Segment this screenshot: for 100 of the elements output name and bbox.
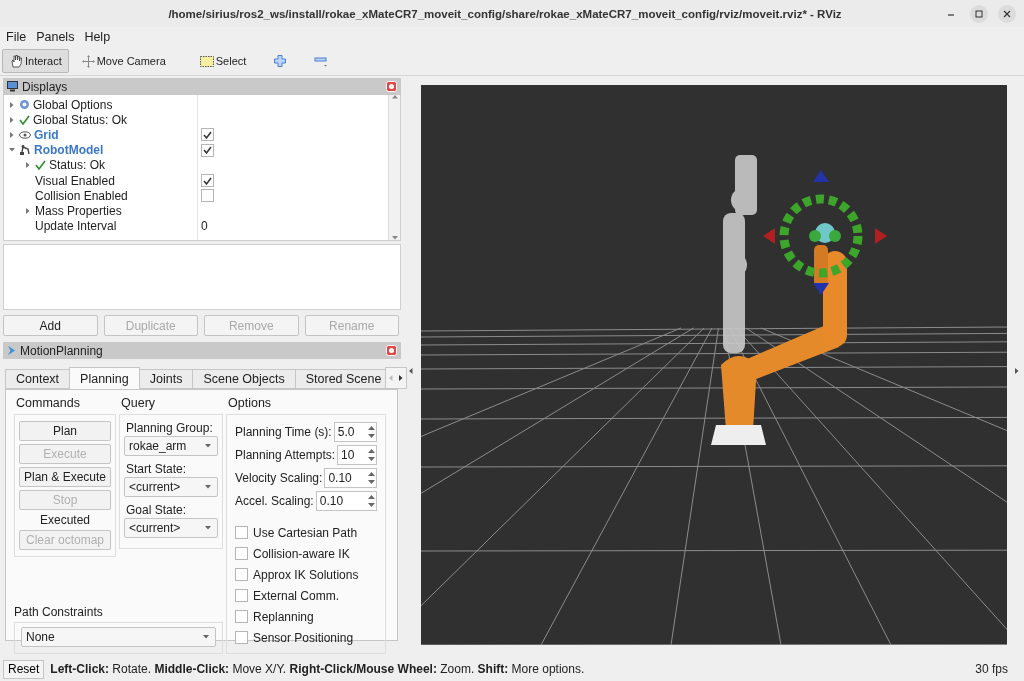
expand-arrow[interactable] xyxy=(26,162,30,169)
checkbox-label: Replanning xyxy=(253,609,314,624)
property-name: Global Options xyxy=(33,97,113,112)
window-title: /home/sirius/ros2_ws/install/rokae_xMateCR7_moveit_config/share/rokae_xMateCR7_moveit_config/rviz/moveit.rviz* - RViz xyxy=(167,7,843,20)
checkbox[interactable] xyxy=(201,174,214,188)
tool-button[interactable]: Interact xyxy=(2,49,69,73)
property-name: Status: Ok xyxy=(49,158,106,173)
dropdown[interactable]: None xyxy=(21,627,216,647)
checkbox-label: Approx IK Solutions xyxy=(253,567,359,582)
expand-arrow[interactable] xyxy=(10,116,14,123)
checkbox[interactable] xyxy=(235,526,248,539)
close-icon[interactable] xyxy=(386,81,397,92)
property-name: Visual Enabled xyxy=(35,173,115,188)
hand-icon xyxy=(9,54,23,68)
maximize-icon xyxy=(975,9,983,18)
caret-icon xyxy=(26,207,30,214)
spin-box[interactable]: 10 xyxy=(337,444,377,465)
spin-arrows-icon xyxy=(368,493,375,508)
menu-item[interactable]: File xyxy=(6,30,27,44)
checkbox-label: Sensor Positioning xyxy=(253,630,354,645)
caret-icon xyxy=(10,101,14,108)
check-icon xyxy=(19,114,30,125)
checkbox[interactable] xyxy=(201,143,214,157)
minus-icon xyxy=(314,55,329,67)
expand-arrow[interactable] xyxy=(10,131,14,138)
group-heading: Query xyxy=(121,396,157,410)
check-icon xyxy=(35,160,46,171)
menu-item[interactable]: Help xyxy=(84,30,111,44)
scrollbar[interactable] xyxy=(388,95,400,240)
expand-arrow[interactable] xyxy=(26,207,30,214)
dropdown[interactable]: <current> xyxy=(124,477,218,497)
close-icon[interactable] xyxy=(386,345,397,356)
spin-arrows-icon xyxy=(368,447,375,462)
expand-arrow[interactable] xyxy=(10,101,14,108)
checkbox[interactable] xyxy=(235,568,248,581)
close-button[interactable] xyxy=(998,4,1016,23)
checkbox[interactable] xyxy=(235,610,248,623)
panel-title: Displays xyxy=(22,79,69,94)
tab[interactable]: Joints xyxy=(138,369,194,389)
spin-box[interactable]: 5.0 xyxy=(333,421,377,442)
fps-counter: 30 fps xyxy=(975,662,1008,676)
spin-box[interactable]: 0.10 xyxy=(315,490,377,511)
checkbox[interactable] xyxy=(235,547,248,560)
checkbox[interactable] xyxy=(201,189,214,203)
caret-icon xyxy=(10,131,14,138)
checkbox[interactable] xyxy=(235,631,248,644)
property-name: Collision Enabled xyxy=(35,188,128,203)
dropdown[interactable]: <current> xyxy=(124,518,218,538)
field-label: Accel. Scaling: xyxy=(235,493,314,508)
property-value: 0 xyxy=(201,219,208,234)
tool-button[interactable]: Move Camera xyxy=(74,49,173,73)
maximize-button[interactable] xyxy=(970,4,988,23)
spin-box[interactable]: 0.10 xyxy=(324,467,377,488)
move-icon xyxy=(81,54,95,68)
field-label: Start State: xyxy=(126,462,188,476)
reset-button[interactable]: Reset xyxy=(3,659,45,679)
display-name: Grid xyxy=(34,127,59,142)
checkbox-label: External Comm. xyxy=(253,588,340,603)
field-label: Path Constraints xyxy=(14,605,104,619)
checkbox[interactable] xyxy=(201,128,214,142)
checkbox-label: Collision-aware IK xyxy=(253,546,350,561)
caret-icon xyxy=(203,635,209,639)
status-message: Left-Click: Rotate. Middle-Click: Move X/Y. Right-Click/Mouse Wheel: Zoom. Shift: More options. xyxy=(50,662,586,676)
caret-icon xyxy=(10,116,14,123)
plus-icon xyxy=(274,55,287,67)
selection-icon xyxy=(199,55,214,67)
gear-icon xyxy=(19,99,30,111)
command-button[interactable]: Plan & Execute xyxy=(19,467,111,487)
caret-icon xyxy=(205,526,211,530)
tab[interactable]: Scene Objects xyxy=(192,369,296,389)
eye-icon xyxy=(19,130,31,139)
field-label: Planning Group: xyxy=(126,421,214,435)
tab[interactable]: Context xyxy=(5,369,71,389)
group-heading: Options xyxy=(228,396,273,410)
command-button[interactable]: Plan xyxy=(19,421,111,441)
panel-title: MotionPlanning xyxy=(20,343,104,358)
checkbox-label: Use Cartesian Path xyxy=(253,525,358,540)
field-label: Goal State: xyxy=(126,503,188,517)
tab[interactable]: Planning xyxy=(69,367,140,389)
caret-icon xyxy=(26,162,30,169)
check-icon xyxy=(203,176,212,185)
spin-arrows-icon xyxy=(368,424,375,439)
expand-arrow[interactable] xyxy=(9,148,15,153)
monitor-icon xyxy=(7,81,18,92)
spin-arrows-icon xyxy=(368,470,375,485)
menu-item[interactable]: Panels xyxy=(36,30,75,44)
caret-icon xyxy=(205,485,211,489)
property-name: Global Status: Ok xyxy=(33,112,128,127)
field-label: Planning Time (s): xyxy=(235,424,332,439)
property-name: Update Interval xyxy=(35,219,117,234)
caret-icon xyxy=(1015,368,1019,374)
status-label: Executed xyxy=(38,513,91,527)
tab[interactable]: Stored Scene xyxy=(294,369,387,389)
caret-icon xyxy=(205,444,211,448)
field-label: Planning Attempts: xyxy=(235,447,336,462)
tool-button[interactable]: Select xyxy=(192,49,254,73)
checkbox[interactable] xyxy=(235,589,248,602)
dropdown[interactable]: rokae_arm xyxy=(124,436,218,456)
panel-button[interactable]: Add xyxy=(3,315,98,336)
robot-icon xyxy=(19,144,31,157)
